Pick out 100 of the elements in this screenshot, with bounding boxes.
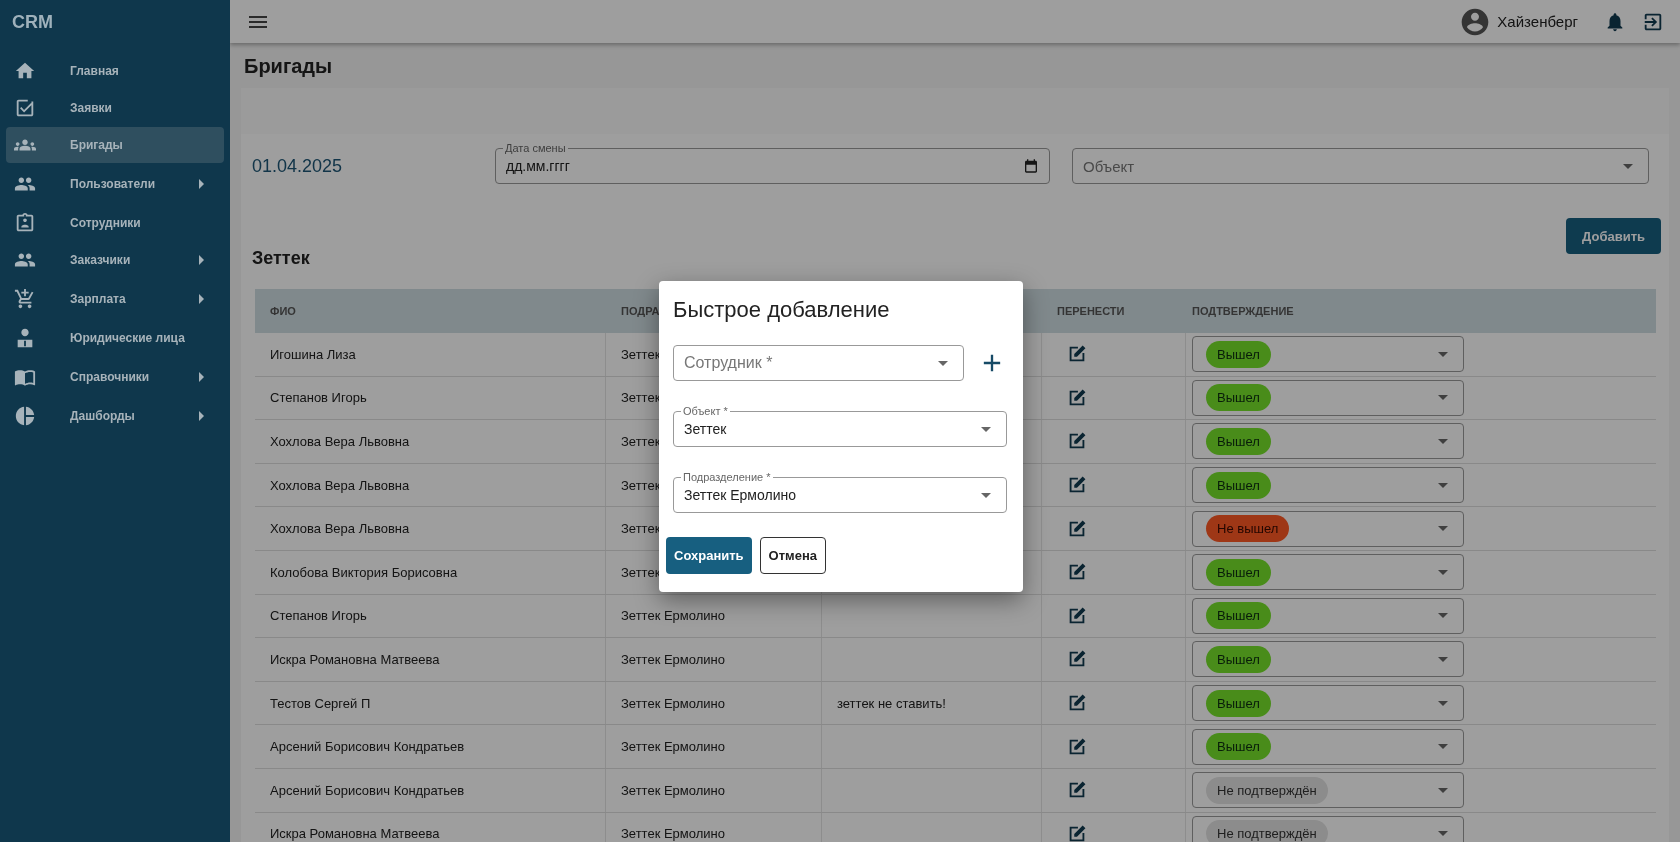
nav-item[interactable]: Дашборды — [6, 398, 224, 434]
table-cell: Хохлова Вера Львовна — [270, 477, 410, 493]
caret-icon — [1438, 526, 1448, 532]
column-header: ФИО — [270, 305, 296, 317]
calendar-icon[interactable] — [1023, 158, 1039, 174]
pie-chart-icon — [14, 405, 36, 427]
table-cell: Зеттек Ермолино — [621, 695, 725, 711]
status-chip: Не подтверждён — [1206, 820, 1328, 842]
status-select[interactable]: Вышел — [1192, 423, 1464, 460]
nav-label: Главная — [70, 64, 120, 78]
field-value: дд.мм.гггг — [506, 158, 571, 174]
status-chip: Вышел — [1206, 733, 1271, 761]
field-value: Зеттек Ермолино — [684, 487, 797, 503]
status-select[interactable]: Вышел — [1192, 641, 1464, 678]
status-chip: Вышел — [1206, 428, 1271, 455]
nav-item[interactable]: Справочники — [6, 359, 224, 395]
nav-item[interactable]: Сотрудники — [6, 205, 224, 241]
nav-item[interactable]: Пользователи — [6, 166, 224, 202]
status-select[interactable]: Вышел — [1192, 554, 1464, 591]
nav-label: Справочники — [70, 370, 151, 384]
page-title: Бригады — [244, 55, 334, 78]
user-name: Хайзенберг — [1497, 13, 1578, 30]
status-select[interactable]: Не подтверждён — [1192, 815, 1464, 842]
field-label: Подразделение * — [681, 471, 773, 483]
nav-label: Пользователи — [70, 177, 157, 191]
nav-label: Сотрудники — [70, 216, 142, 230]
checkbox-icon — [14, 97, 36, 119]
save-button[interactable]: Сохранить — [666, 537, 752, 574]
status-select[interactable]: Не подтверждён — [1192, 772, 1464, 809]
table-cell: Искра Романовна Матвеева — [270, 826, 440, 842]
table-cell: Зеттек Ермолино — [621, 651, 725, 667]
status-chip: Вышел — [1206, 689, 1271, 717]
badge-icon — [14, 212, 36, 234]
status-chip: Вышел — [1206, 602, 1271, 630]
caret-icon — [1438, 744, 1448, 750]
status-chip: Не подтверждён — [1206, 776, 1328, 804]
table-cell: Зеттек Ермолино — [621, 739, 725, 755]
caret-icon — [1438, 787, 1448, 793]
nav-item[interactable]: Заявки — [6, 90, 224, 126]
caret-icon — [1438, 351, 1448, 357]
expand-arrow-icon — [199, 294, 204, 304]
nav-item[interactable]: Юридические лица — [6, 320, 224, 356]
current-date: 01.04.2025 — [252, 155, 344, 177]
nav-label: Заказчики — [70, 253, 132, 267]
caret-icon — [1438, 656, 1448, 662]
status-select[interactable]: Вышел — [1192, 467, 1464, 504]
status-chip: Вышел — [1206, 340, 1271, 368]
nav-item[interactable]: Бригады — [6, 127, 224, 163]
table-cell: Арсений Борисович Кондратьев — [270, 739, 465, 755]
table-cell: Хохлова Вера Львовна — [270, 434, 410, 449]
table-cell: Зеттек Ермолино — [621, 782, 725, 798]
table-cell: Тестов Сергей П — [270, 695, 371, 711]
table-cell: Зеттек — [621, 564, 661, 580]
status-chip: Вышел — [1206, 471, 1271, 499]
table-cell: Степанов Игорь — [270, 608, 367, 624]
status-select[interactable]: Не вышел — [1192, 510, 1464, 547]
table-cell: зеттек не ставить! — [837, 695, 946, 711]
status-chip: Вышел — [1206, 384, 1271, 412]
add-button[interactable]: Добавить — [1566, 218, 1661, 254]
nav-item[interactable]: Зарплата — [6, 281, 224, 317]
status-chip: Не вышел — [1206, 515, 1290, 543]
nav-label: Юридические лица — [70, 331, 186, 345]
status-select[interactable]: Вышел — [1192, 379, 1464, 416]
status-chip: Вышел — [1206, 645, 1271, 673]
nav-item[interactable]: Заказчики — [6, 242, 224, 278]
table-cell: Зеттек Ермолино — [621, 608, 725, 624]
caret-icon — [1438, 613, 1448, 619]
employee-select[interactable]: Сотрудник * — [673, 345, 964, 381]
status-chip: Вышел — [1206, 558, 1271, 586]
caret-icon — [1438, 569, 1448, 575]
caret-icon — [1438, 831, 1448, 837]
object-select[interactable]: Объект — [1072, 148, 1649, 184]
caret-icon — [981, 492, 991, 498]
cart-icon — [14, 288, 36, 310]
expand-arrow-icon — [199, 179, 204, 189]
cancel-button[interactable]: Отмена — [759, 537, 827, 574]
caret-icon — [1438, 439, 1448, 444]
placeholder-text: Объект — [1083, 157, 1136, 175]
table-cell: Колобова Виктория Борисовна — [270, 564, 458, 580]
status-select[interactable]: Вышел — [1192, 336, 1464, 373]
status-select[interactable]: Вышел — [1192, 685, 1464, 722]
table-cell: Игошина Лиза — [270, 346, 356, 362]
nav-label: Бригады — [70, 138, 124, 152]
column-header: ПОДРА — [621, 305, 660, 317]
column-header: ПОДТВЕРЖДЕНИЕ — [1192, 305, 1294, 317]
nav-label: Заявки — [70, 101, 113, 115]
table-cell: Степанов Игорь — [270, 390, 367, 406]
status-select[interactable]: Вышел — [1192, 597, 1464, 634]
status-select[interactable]: Вышел — [1192, 728, 1464, 765]
column-header: ПЕРЕНЕСТИ — [1057, 305, 1125, 317]
expand-arrow-icon — [199, 255, 204, 265]
field-label: Объект * — [681, 405, 730, 417]
table-cell: Зеттек — [621, 477, 661, 493]
table-cell: Зеттек — [621, 521, 661, 537]
nav-label: Зарплата — [70, 292, 127, 306]
table-cell: Зеттек — [621, 346, 661, 362]
placeholder-text: Сотрудник * — [684, 354, 774, 372]
caret-icon — [1438, 700, 1448, 706]
caret-icon — [1623, 163, 1633, 169]
nav-item[interactable]: Главная — [6, 53, 224, 89]
